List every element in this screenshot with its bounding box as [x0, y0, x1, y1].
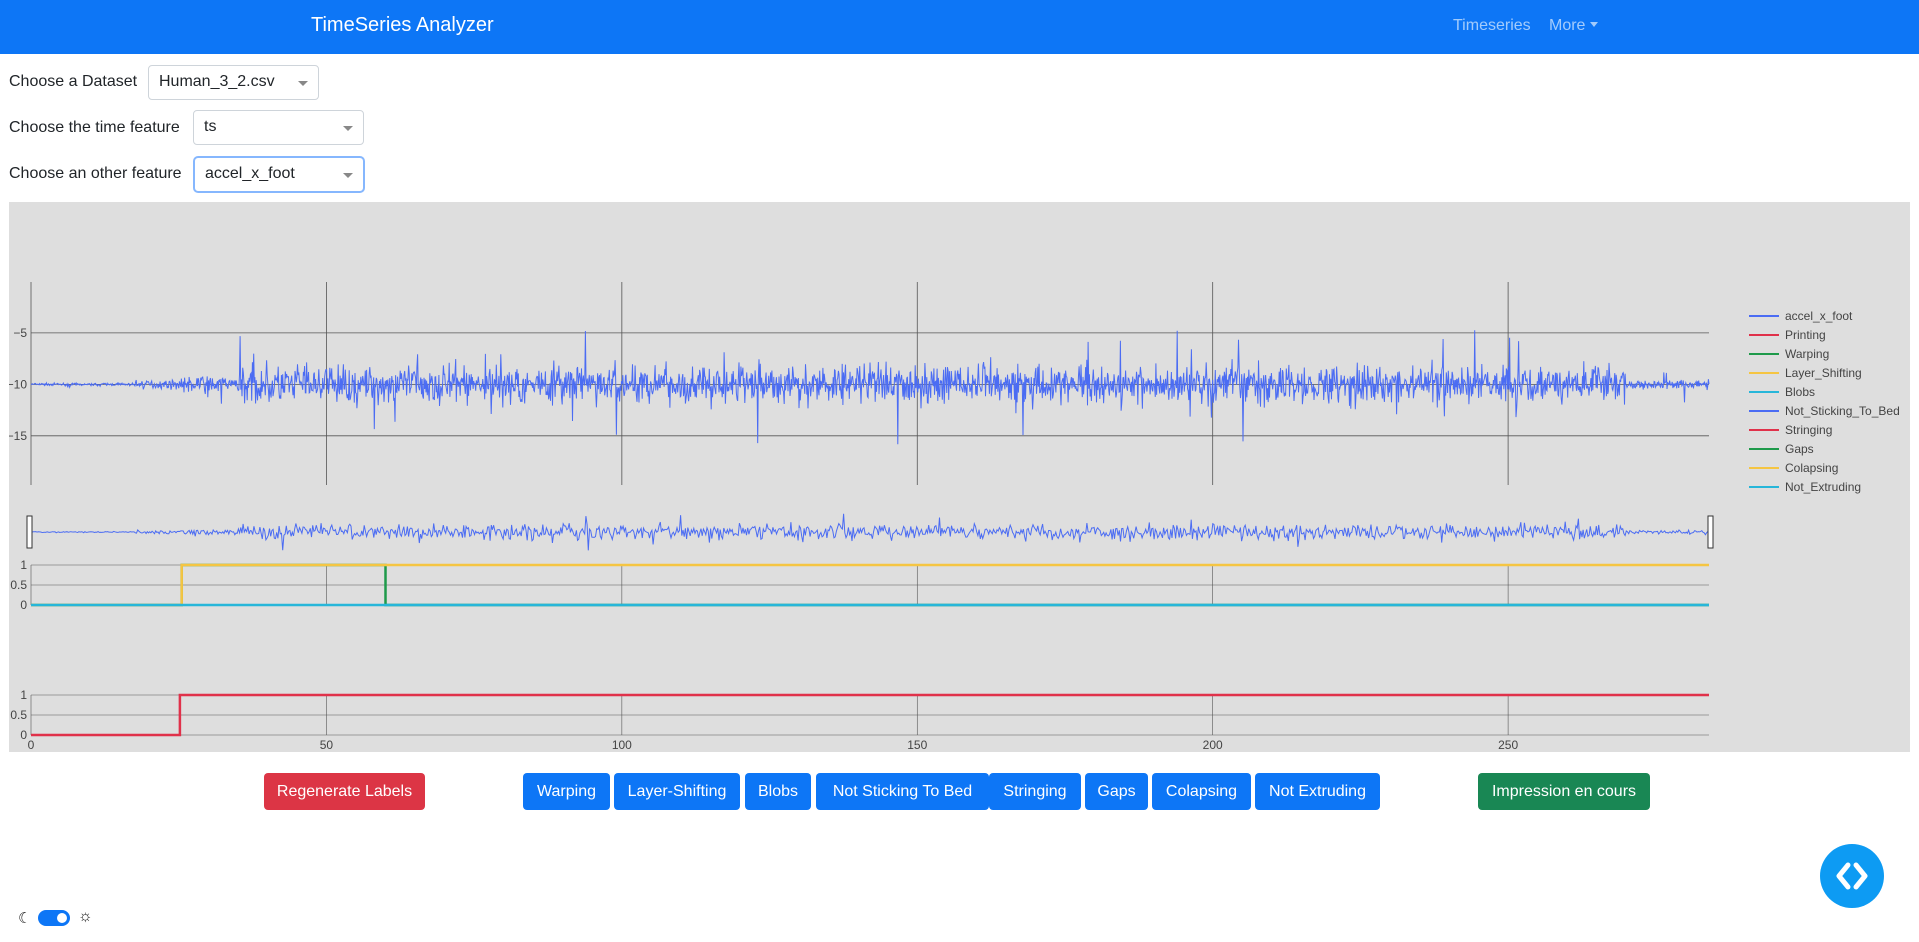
- range-handle-left: [26, 515, 33, 549]
- legend-item-label: Blobs: [1785, 385, 1815, 399]
- range-handle-right: [1707, 515, 1714, 549]
- x-tick-label: 150: [907, 738, 927, 752]
- legend-item-label: Colapsing: [1785, 461, 1838, 475]
- regenerate-labels-button[interactable]: Regenerate Labels: [264, 773, 425, 810]
- other-feature-select-value: accel_x_foot: [205, 165, 295, 182]
- x-tick-label: 50: [320, 738, 334, 752]
- legend-item-label: Layer_Shifting: [1785, 366, 1862, 380]
- x-tick-label: 250: [1498, 738, 1518, 752]
- time-feature-label: Choose the time feature: [9, 119, 180, 136]
- status-button-printing[interactable]: Impression en cours: [1478, 773, 1650, 810]
- x-tick-label: 0: [28, 738, 35, 752]
- nav-more-label: More: [1549, 17, 1586, 34]
- legend-item-label: Not_Extruding: [1785, 480, 1861, 494]
- dataset-select[interactable]: Human_3_2.csv: [148, 65, 319, 100]
- timeseries-plot[interactable]: −5 −10 −15 1 0.5 0 1 0.5 0 0 50 100 150 200 250 accel_x…: [9, 202, 1910, 752]
- label-button-blobs[interactable]: Blobs: [745, 773, 811, 810]
- sun-icon: ☼: [78, 908, 93, 925]
- chart-svg[interactable]: −5−10−1510.5010.500 50 100 150 200 250accel_x…: [9, 202, 1910, 752]
- top-navbar: TimeSeries Analyzer Timeseries More: [0, 0, 1919, 54]
- caret-down-icon: [1590, 22, 1599, 27]
- navbar-brand[interactable]: TimeSeries Analyzer: [311, 14, 494, 37]
- printing-panel-y-tick-label: 0: [20, 728, 27, 742]
- nav-link-timeseries[interactable]: Timeseries: [1453, 17, 1531, 35]
- other-feature-label: Choose an other feature: [9, 165, 182, 182]
- other-feature-select[interactable]: accel_x_foot: [194, 157, 364, 192]
- main-y-tick-label: −5: [13, 326, 27, 340]
- label-button-layer-shifting[interactable]: Layer-Shifting: [614, 773, 740, 810]
- label-button-warping[interactable]: Warping: [523, 773, 610, 810]
- chevron-down-icon: [343, 173, 353, 178]
- range-slider-trace: [30, 513, 1710, 551]
- dataset-label: Choose a Dataset: [9, 73, 138, 90]
- chevron-down-icon: [343, 126, 353, 131]
- labels-panel-y-tick-label: 0: [20, 598, 27, 612]
- x-tick-label: 100: [612, 738, 632, 752]
- legend-item-label: Not_Sticking_To_Bed: [1785, 404, 1900, 418]
- dataset-select-value: Human_3_2.csv: [159, 73, 275, 90]
- labels-panel-y-tick-label: 1: [20, 558, 27, 572]
- nav-dropdown-more[interactable]: More: [1549, 17, 1599, 35]
- label-button-gaps[interactable]: Gaps: [1085, 773, 1148, 810]
- label-button-not-sticking-to-bed[interactable]: Not Sticking To Bed: [816, 773, 989, 810]
- legend-item-label: Warping: [1785, 347, 1829, 361]
- main-y-tick-label: −10: [9, 377, 27, 391]
- legend-item-label: Stringing: [1785, 423, 1832, 437]
- code-brackets-icon: [1836, 862, 1868, 890]
- printing-panel-y-tick-label: 0.5: [10, 708, 27, 722]
- time-feature-select-value: ts: [204, 118, 217, 135]
- time-feature-select[interactable]: ts: [193, 110, 364, 145]
- x-tick-label: 200: [1203, 738, 1223, 752]
- legend-item-label: accel_x_foot: [1785, 309, 1853, 323]
- code-toggle-fab[interactable]: [1820, 844, 1884, 908]
- legend-item-label: Printing: [1785, 328, 1826, 342]
- label-button-colapsing[interactable]: Colapsing: [1152, 773, 1251, 810]
- series-line-accel-x-foot: [30, 330, 1710, 445]
- moon-icon: ☾: [18, 910, 32, 927]
- main-y-tick-label: −15: [9, 429, 27, 443]
- chevron-down-icon: [298, 81, 308, 86]
- theme-switch[interactable]: [38, 910, 70, 926]
- label-button-not-extruding[interactable]: Not Extruding: [1255, 773, 1380, 810]
- labels-panel-y-tick-label: 0.5: [10, 578, 27, 592]
- label-button-stringing[interactable]: Stringing: [989, 773, 1081, 810]
- printing-panel-y-tick-label: 1: [20, 688, 27, 702]
- legend-item-label: Gaps: [1785, 442, 1814, 456]
- switch-knob: [57, 913, 67, 923]
